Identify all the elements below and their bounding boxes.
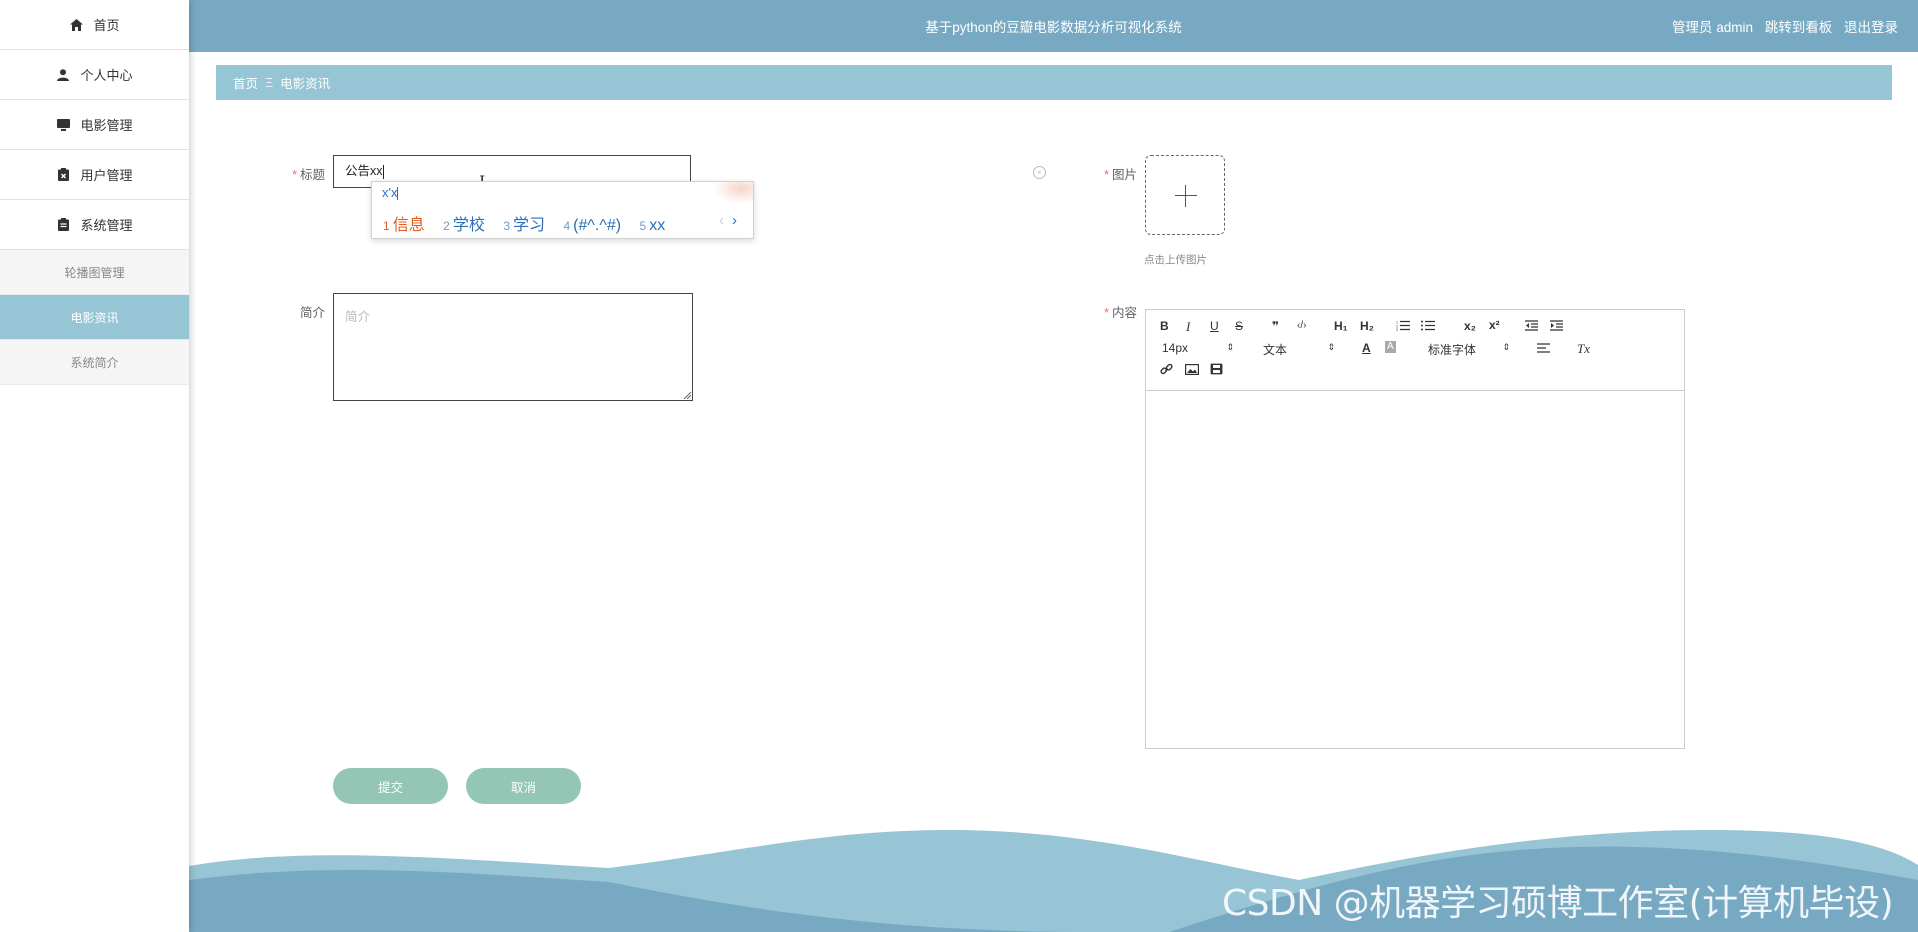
sidebar-item-label: 电影管理 bbox=[80, 118, 133, 133]
title-label: * 标题 bbox=[292, 168, 325, 182]
title-input-value: 公告xx bbox=[345, 164, 383, 178]
breadcrumb-separator: Ξ bbox=[265, 75, 274, 90]
monitor-icon bbox=[56, 118, 70, 132]
header-select[interactable]: 文本 ⇕ bbox=[1263, 341, 1335, 358]
bullet-list-icon[interactable] bbox=[1421, 320, 1435, 334]
indent-icon[interactable] bbox=[1550, 320, 1563, 334]
code-block-button[interactable]: ‹/› bbox=[1297, 320, 1306, 331]
sidebar-item-profile[interactable]: 个人中心 bbox=[0, 50, 189, 100]
sidebar-item-system[interactable]: 系统管理 bbox=[0, 200, 189, 250]
strike-button[interactable]: S bbox=[1235, 319, 1243, 333]
font-family-select[interactable]: 标准字体 ⇕ bbox=[1428, 341, 1510, 358]
superscript-button[interactable]: x² bbox=[1489, 318, 1500, 332]
top-bar: 基于python的豆瓣电影数据分析可视化系统 管理员 admin 跳转到看板 退… bbox=[189, 0, 1918, 52]
subscript-button[interactable]: x₂ bbox=[1464, 319, 1476, 333]
sidebar-subitem-carousel[interactable]: 轮播图管理 bbox=[0, 250, 189, 295]
sidebar-item-home[interactable]: 首页 bbox=[0, 0, 189, 50]
outdent-icon[interactable] bbox=[1525, 320, 1538, 334]
editor-content-area[interactable] bbox=[1146, 390, 1684, 748]
image-insert-icon[interactable] bbox=[1185, 364, 1200, 378]
h1-button[interactable]: H₁ bbox=[1334, 319, 1348, 333]
current-user: 管理员 admin bbox=[1671, 20, 1753, 35]
ime-candidates: 1 信息 2 学校 3 学习 4 (#^.^#) 5 xx bbox=[383, 211, 679, 235]
breadcrumb-current: 电影资讯 bbox=[280, 77, 331, 91]
ime-candidate[interactable]: 5 xx bbox=[640, 217, 666, 234]
intro-label: 简介 bbox=[299, 306, 325, 320]
italic-button[interactable]: I bbox=[1186, 319, 1190, 335]
image-label: * 图片 bbox=[1104, 168, 1137, 182]
clipboard-icon bbox=[56, 218, 70, 232]
font-color-button[interactable]: A bbox=[1362, 341, 1371, 355]
resize-handle-icon[interactable] bbox=[683, 391, 691, 399]
intro-placeholder: 简介 bbox=[345, 310, 371, 324]
background-color-button[interactable]: A bbox=[1385, 341, 1396, 353]
sidebar-item-movies[interactable]: 电影管理 bbox=[0, 100, 189, 150]
underline-button[interactable]: U bbox=[1210, 319, 1219, 333]
rich-text-editor: B I U S ❞ ‹/› H₁ H₂ 123 x₂ x² 14px ⇕ 文本 ⇕ … bbox=[1145, 309, 1685, 749]
breadcrumb: 首页 Ξ 电影资讯 bbox=[216, 65, 1892, 100]
ime-composition: x'x bbox=[382, 185, 399, 201]
select-arrows-icon: ⇕ bbox=[1327, 342, 1335, 352]
logout-link[interactable]: 退出登录 bbox=[1844, 20, 1898, 35]
sidebar-item-label: 首页 bbox=[93, 18, 120, 33]
text-caret bbox=[382, 164, 384, 179]
sidebar-item-label: 个人中心 bbox=[80, 68, 133, 83]
ime-next-page-icon[interactable]: › bbox=[732, 212, 737, 229]
align-icon[interactable] bbox=[1537, 343, 1550, 357]
clear-format-button[interactable]: Tx bbox=[1577, 341, 1590, 357]
image-upload-button[interactable] bbox=[1145, 155, 1225, 235]
ime-candidate[interactable]: 1 信息 bbox=[383, 217, 425, 234]
ime-candidate[interactable]: 4 (#^.^#) bbox=[563, 217, 621, 234]
ime-candidate-popup: x'x 1 信息 2 学校 3 学习 4 (#^.^#) 5 xx ‹ › bbox=[371, 181, 754, 239]
link-icon[interactable] bbox=[1160, 363, 1173, 379]
app-title: 基于python的豆瓣电影数据分析可视化系统 bbox=[925, 20, 1182, 35]
clipboard-x-icon bbox=[56, 168, 70, 182]
sidebar-item-label: 系统管理 bbox=[80, 218, 133, 233]
ordered-list-icon[interactable]: 123 bbox=[1396, 320, 1410, 334]
upload-tip: 点击上传图片 bbox=[1144, 254, 1207, 266]
select-arrows-icon: ⇕ bbox=[1502, 342, 1510, 352]
csdn-watermark: CSDN @机器学习硕博工作室(计算机毕设) bbox=[1222, 883, 1894, 924]
h2-button[interactable]: H₂ bbox=[1360, 319, 1374, 333]
sidebar-subitem-movie-news[interactable]: 电影资讯 bbox=[0, 295, 189, 340]
home-icon bbox=[69, 18, 83, 32]
select-arrows-icon: ⇕ bbox=[1226, 342, 1234, 352]
ime-candidate[interactable]: 2 学校 bbox=[443, 217, 485, 234]
blockquote-button[interactable]: ❞ bbox=[1272, 319, 1279, 333]
sidebar-subitem-system-intro[interactable]: 系统简介 bbox=[0, 340, 189, 385]
ime-skin-decoration bbox=[713, 182, 753, 204]
content-label: * 内容 bbox=[1104, 306, 1137, 320]
cancel-button[interactable]: 取消 bbox=[466, 768, 581, 804]
sidebar-item-users[interactable]: 用户管理 bbox=[0, 150, 189, 200]
sidebar: 首页 个人中心 电影管理 用户管理 系统管理 轮播图管理 电影资讯 系统简介 bbox=[0, 0, 189, 932]
user-menu: 管理员 admin 跳转到看板 退出登录 bbox=[1664, 16, 1898, 36]
user-icon bbox=[56, 68, 70, 82]
font-size-select[interactable]: 14px ⇕ bbox=[1162, 341, 1234, 355]
ime-candidate[interactable]: 3 学习 bbox=[503, 217, 545, 234]
ime-prev-page-icon[interactable]: ‹ bbox=[719, 212, 724, 229]
bold-button[interactable]: B bbox=[1160, 319, 1169, 333]
submit-button[interactable]: 提交 bbox=[333, 768, 448, 804]
editor-toolbar: B I U S ❞ ‹/› H₁ H₂ 123 x₂ x² 14px ⇕ 文本 ⇕ … bbox=[1146, 310, 1684, 391]
video-insert-icon[interactable] bbox=[1210, 363, 1223, 378]
jump-board-link[interactable]: 跳转到看板 bbox=[1765, 20, 1833, 35]
svg-text:3: 3 bbox=[1396, 328, 1398, 331]
breadcrumb-home[interactable]: 首页 bbox=[233, 73, 258, 92]
sidebar-item-label: 用户管理 bbox=[80, 168, 133, 183]
intro-textarea[interactable]: 简介 bbox=[333, 293, 693, 401]
clear-circle-icon[interactable]: × bbox=[1033, 166, 1046, 179]
ime-page-nav: ‹ › bbox=[719, 212, 737, 229]
